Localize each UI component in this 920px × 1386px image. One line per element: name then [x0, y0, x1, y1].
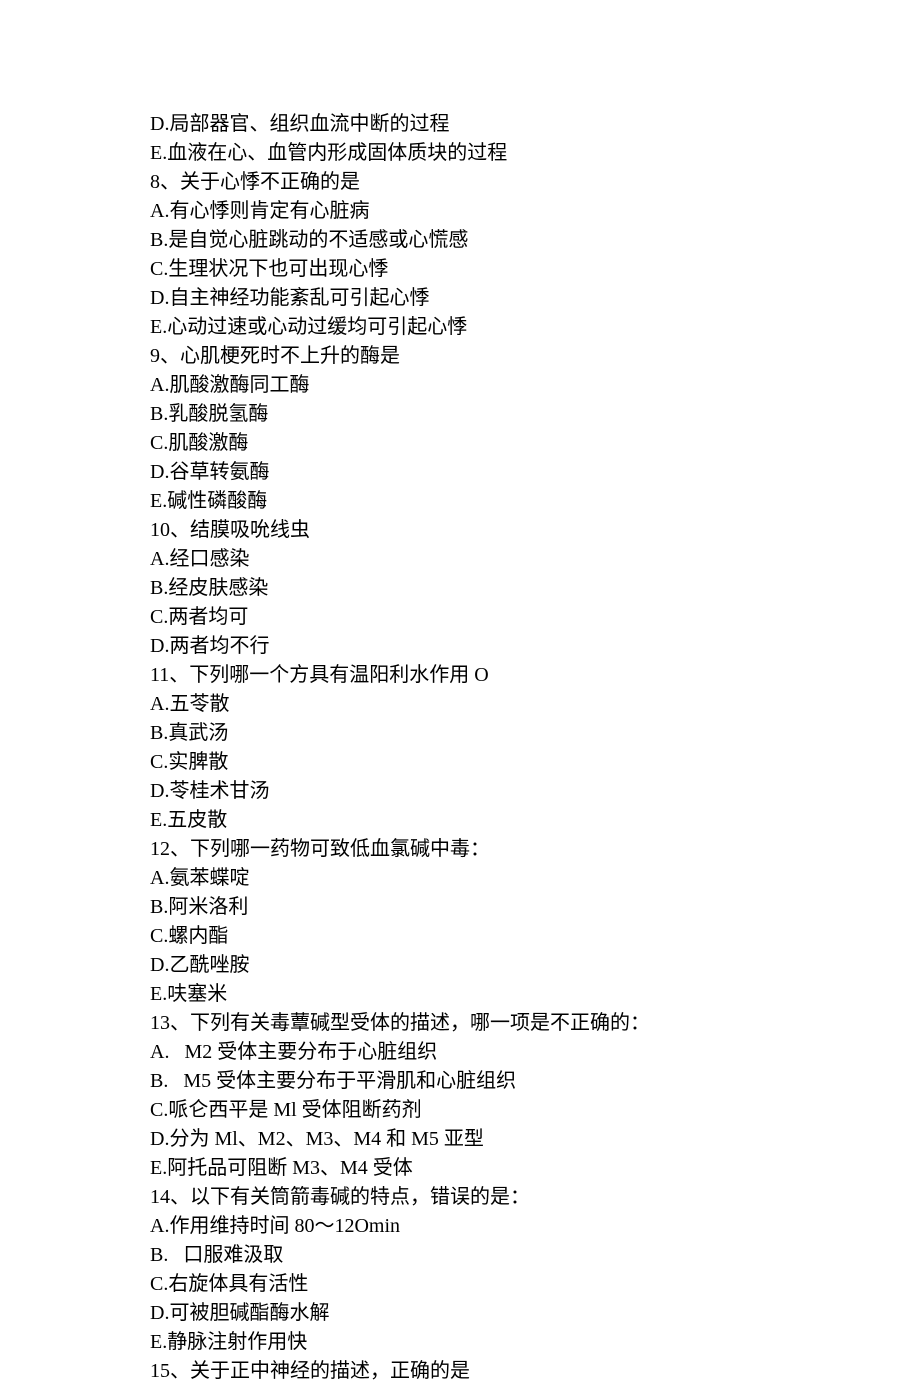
text-line: C.右旋体具有活性 — [150, 1270, 920, 1299]
text-line: A. M2 受体主要分布于心脏组织 — [150, 1038, 920, 1067]
text-line: E.阿托品可阻断 M3、M4 受体 — [150, 1154, 920, 1183]
text-line: C.实脾散 — [150, 748, 920, 777]
text-line: 14、以下有关筒箭毒碱的特点，错误的是： — [150, 1183, 920, 1212]
document-page: D.局部器官、组织血流中断的过程 E.血液在心、血管内形成固体质块的过程 8、关… — [0, 0, 920, 1386]
text-line: 13、下列有关毒蕈碱型受体的描述，哪一项是不正确的： — [150, 1009, 920, 1038]
text-line: C.生理状况下也可出现心悸 — [150, 255, 920, 284]
text-line: C.两者均可 — [150, 603, 920, 632]
text-line: A.五苓散 — [150, 690, 920, 719]
text-line: D.分为 Ml、M2、M3、M4 和 M5 亚型 — [150, 1125, 920, 1154]
text-line: B.经皮肤感染 — [150, 574, 920, 603]
text-line: D.乙酰唑胺 — [150, 951, 920, 980]
text-line: C.螺内酯 — [150, 922, 920, 951]
text-line: D.谷草转氨酶 — [150, 458, 920, 487]
text-line: A.经口感染 — [150, 545, 920, 574]
text-line: A.有心悸则肯定有心脏病 — [150, 197, 920, 226]
text-line: A.氨苯蝶啶 — [150, 864, 920, 893]
text-line: E.五皮散 — [150, 806, 920, 835]
text-line: B.乳酸脱氢酶 — [150, 400, 920, 429]
text-line: D.可被胆碱酯酶水解 — [150, 1299, 920, 1328]
text-line: B. 口服难汲取 — [150, 1241, 920, 1270]
text-line: 9、心肌梗死时不上升的酶是 — [150, 342, 920, 371]
text-line: E.血液在心、血管内形成固体质块的过程 — [150, 139, 920, 168]
text-line: D.两者均不行 — [150, 632, 920, 661]
text-line: D.苓桂术甘汤 — [150, 777, 920, 806]
text-line: 8、关于心悸不正确的是 — [150, 168, 920, 197]
text-line: A.肌酸激酶同工酶 — [150, 371, 920, 400]
text-line: 15、关于正中神经的描述，正确的是 — [150, 1357, 920, 1386]
text-line: B.真武汤 — [150, 719, 920, 748]
text-line: E.碱性磷酸酶 — [150, 487, 920, 516]
text-line: A.作用维持时间 80～12Omin — [150, 1212, 920, 1241]
text-line: 12、下列哪一药物可致低血氯碱中毒： — [150, 835, 920, 864]
text-line: E.静脉注射作用快 — [150, 1328, 920, 1357]
text-line: B. M5 受体主要分布于平滑肌和心脏组织 — [150, 1067, 920, 1096]
text-line: 11、下列哪一个方具有温阳利水作用 O — [150, 661, 920, 690]
text-line: D.自主神经功能紊乱可引起心悸 — [150, 284, 920, 313]
text-line: D.局部器官、组织血流中断的过程 — [150, 110, 920, 139]
text-line: E.呋塞米 — [150, 980, 920, 1009]
text-line: C.哌仑西平是 Ml 受体阻断药剂 — [150, 1096, 920, 1125]
text-line: C.肌酸激酶 — [150, 429, 920, 458]
text-line: B.阿米洛利 — [150, 893, 920, 922]
text-line: E.心动过速或心动过缓均可引起心悸 — [150, 313, 920, 342]
text-line: B.是自觉心脏跳动的不适感或心慌感 — [150, 226, 920, 255]
text-line: 10、结膜吸吮线虫 — [150, 516, 920, 545]
